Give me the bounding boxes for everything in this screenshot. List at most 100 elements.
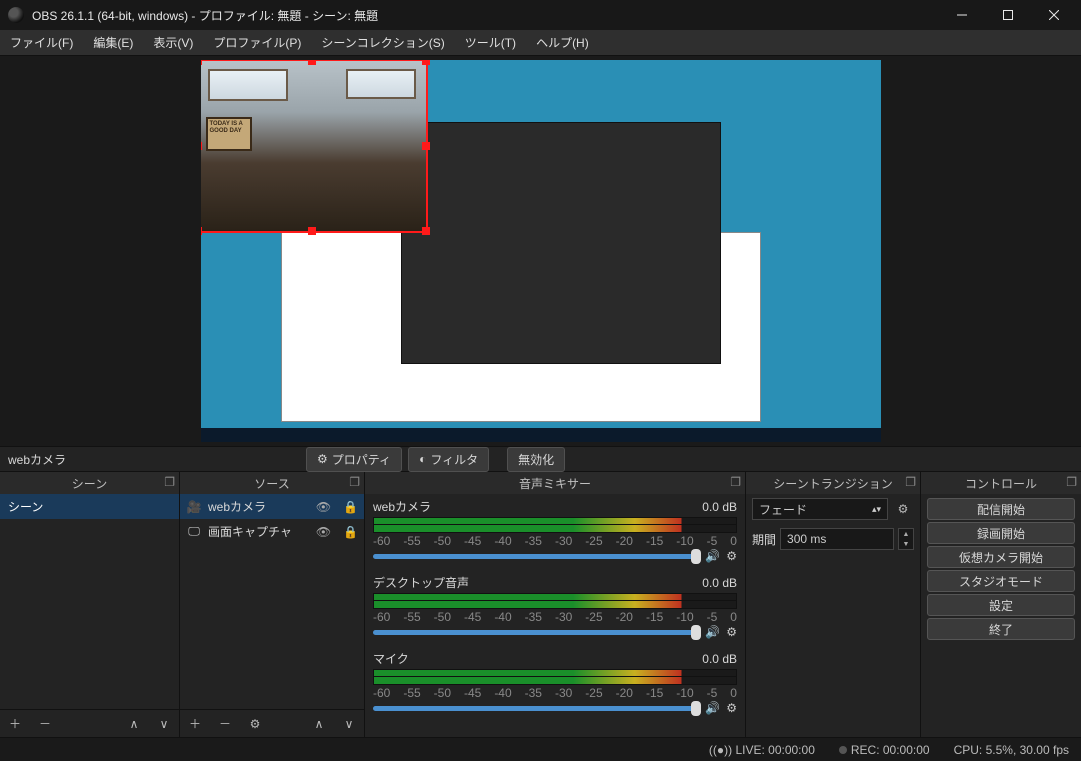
add-source-button[interactable]: ＋ (184, 713, 206, 735)
start-recording-button[interactable]: 録画開始 (927, 522, 1075, 544)
remove-source-button[interactable]: － (214, 713, 236, 735)
resize-handle[interactable] (201, 60, 202, 65)
mixer-channel: webカメラ 0.0 dB -60-55-50-45-40-35-30-25-2… (365, 494, 745, 568)
minimize-button[interactable] (939, 0, 985, 30)
start-virtual-cam-button[interactable]: 仮想カメラ開始 (927, 546, 1075, 568)
source-item-webcam[interactable]: 🎥 webカメラ 👁 🔒 (180, 494, 364, 519)
dock-pin-icon[interactable]: ❐ (730, 475, 741, 489)
resize-handle[interactable] (201, 142, 202, 150)
preview-area[interactable]: TODAY IS A GOOD DAY (0, 56, 1081, 446)
camera-icon: 🎥 (186, 500, 202, 514)
live-status: ((●)) LIVE: 00:00:00 (709, 743, 815, 757)
menu-scene-collection[interactable]: シーンコレクション(S) (311, 30, 454, 55)
duration-label: 期間 (752, 531, 776, 548)
dock-row: シーン ❐ シーン ＋ － ∧ ∨ ソース ❐ 🎥 webカメラ 👁 🔒 (0, 472, 1081, 737)
channel-db: 0.0 dB (702, 652, 737, 666)
resize-handle[interactable] (422, 60, 430, 65)
mixer-channel: マイク 0.0 dB -60-55-50-45-40-35-30-25-20-1… (365, 646, 745, 720)
exit-button[interactable]: 終了 (927, 618, 1075, 640)
transition-settings-button[interactable]: ⚙ (892, 498, 914, 520)
properties-label: プロパティ (332, 451, 391, 468)
preview-canvas[interactable]: TODAY IS A GOOD DAY (201, 60, 881, 442)
source-item-display-capture[interactable]: 🖵 画面キャプチャ 👁 🔒 (180, 519, 364, 544)
selected-source-label: webカメラ (8, 451, 66, 468)
channel-settings-button[interactable]: ⚙ (726, 549, 737, 563)
resize-handle[interactable] (308, 60, 316, 65)
transitions-panel: シーントランジション ❐ フェード ▴▾ ⚙ 期間 300 ms ▲▼ (746, 472, 921, 737)
audio-meter (373, 669, 737, 677)
studio-mode-button[interactable]: スタジオモード (927, 570, 1075, 592)
chevron-updown-icon: ▴▾ (872, 504, 881, 515)
dock-pin-icon[interactable]: ❐ (164, 475, 175, 489)
lock-toggle[interactable]: 🔒 (343, 500, 358, 514)
properties-button[interactable]: ⚙ プロパティ (306, 447, 402, 472)
transitions-title: シーントランジション (773, 475, 892, 492)
scenes-list[interactable]: シーン (0, 494, 179, 709)
resize-handle[interactable] (308, 227, 316, 235)
record-dot-icon (839, 746, 847, 754)
move-scene-up-button[interactable]: ∧ (123, 713, 145, 735)
room-window-left (208, 69, 288, 101)
sources-list[interactable]: 🎥 webカメラ 👁 🔒 🖵 画面キャプチャ 👁 🔒 (180, 494, 364, 709)
maximize-button[interactable] (985, 0, 1031, 30)
channel-settings-button[interactable]: ⚙ (726, 701, 737, 715)
transition-select[interactable]: フェード ▴▾ (752, 498, 888, 520)
add-scene-button[interactable]: ＋ (4, 713, 26, 735)
source-toolbar: webカメラ ⚙ プロパティ ◐ フィルタ 無効化 (0, 446, 1081, 472)
resize-handle[interactable] (422, 227, 430, 235)
menu-view[interactable]: 表示(V) (143, 30, 203, 55)
volume-slider[interactable] (373, 630, 699, 635)
source-properties-button[interactable]: ⚙ (244, 713, 266, 735)
duration-value: 300 ms (787, 532, 826, 546)
volume-slider[interactable] (373, 706, 699, 711)
start-streaming-button[interactable]: 配信開始 (927, 498, 1075, 520)
visibility-toggle[interactable]: 👁 (316, 500, 331, 514)
dock-pin-icon[interactable]: ❐ (349, 475, 360, 489)
channel-name: webカメラ (373, 498, 431, 515)
db-ticks: -60-55-50-45-40-35-30-25-20-15-10-50 (373, 534, 737, 544)
scene-item[interactable]: シーン (0, 494, 179, 519)
audio-meter (373, 593, 737, 601)
sources-header: ソース ❐ (180, 472, 364, 494)
db-ticks: -60-55-50-45-40-35-30-25-20-15-10-50 (373, 610, 737, 620)
remove-scene-button[interactable]: － (34, 713, 56, 735)
move-scene-down-button[interactable]: ∨ (153, 713, 175, 735)
visibility-toggle[interactable]: 👁 (316, 525, 331, 539)
dock-pin-icon[interactable]: ❐ (905, 475, 916, 489)
speaker-icon[interactable]: 🔊 (705, 701, 720, 715)
scenes-toolbar: ＋ － ∧ ∨ (0, 709, 179, 737)
lock-toggle[interactable]: 🔒 (343, 525, 358, 539)
app-icon (8, 7, 24, 23)
menu-edit[interactable]: 編集(E) (83, 30, 143, 55)
status-bar: ((●)) LIVE: 00:00:00 REC: 00:00:00 CPU: … (0, 737, 1081, 761)
menu-tools[interactable]: ツール(T) (455, 30, 526, 55)
duration-input[interactable]: 300 ms (780, 528, 894, 550)
move-source-down-button[interactable]: ∨ (338, 713, 360, 735)
filters-button[interactable]: ◐ フィルタ (408, 447, 489, 472)
channel-settings-button[interactable]: ⚙ (726, 625, 737, 639)
menu-profile[interactable]: プロファイル(P) (203, 30, 311, 55)
menu-file[interactable]: ファイル(F) (0, 30, 83, 55)
speaker-icon[interactable]: 🔊 (705, 625, 720, 639)
move-source-up-button[interactable]: ∧ (308, 713, 330, 735)
volume-slider[interactable] (373, 554, 699, 559)
gear-icon: ⚙ (317, 452, 328, 466)
disable-button[interactable]: 無効化 (507, 447, 565, 472)
mixer-channel: デスクトップ音声 0.0 dB -60-55-50-45-40-35-30-25… (365, 570, 745, 644)
broadcast-icon: ((●)) (709, 743, 732, 757)
settings-button[interactable]: 設定 (927, 594, 1075, 616)
controls-title: コントロール (965, 475, 1037, 492)
close-button[interactable] (1031, 0, 1077, 30)
webcam-source-selected[interactable]: TODAY IS A GOOD DAY (201, 60, 428, 233)
speaker-icon[interactable]: 🔊 (705, 549, 720, 563)
dock-pin-icon[interactable]: ❐ (1066, 475, 1077, 489)
controls-panel: コントロール ❐ 配信開始 録画開始 仮想カメラ開始 スタジオモード 設定 終了 (921, 472, 1081, 737)
audio-meter (373, 517, 737, 525)
channel-db: 0.0 dB (702, 500, 737, 514)
resize-handle[interactable] (201, 227, 202, 235)
resize-handle[interactable] (422, 142, 430, 150)
window-title: OBS 26.1.1 (64-bit, windows) - プロファイル: 無… (32, 7, 939, 24)
menu-help[interactable]: ヘルプ(H) (526, 30, 599, 55)
duration-spinner[interactable]: ▲▼ (898, 528, 914, 550)
controls-header: コントロール ❐ (921, 472, 1081, 494)
